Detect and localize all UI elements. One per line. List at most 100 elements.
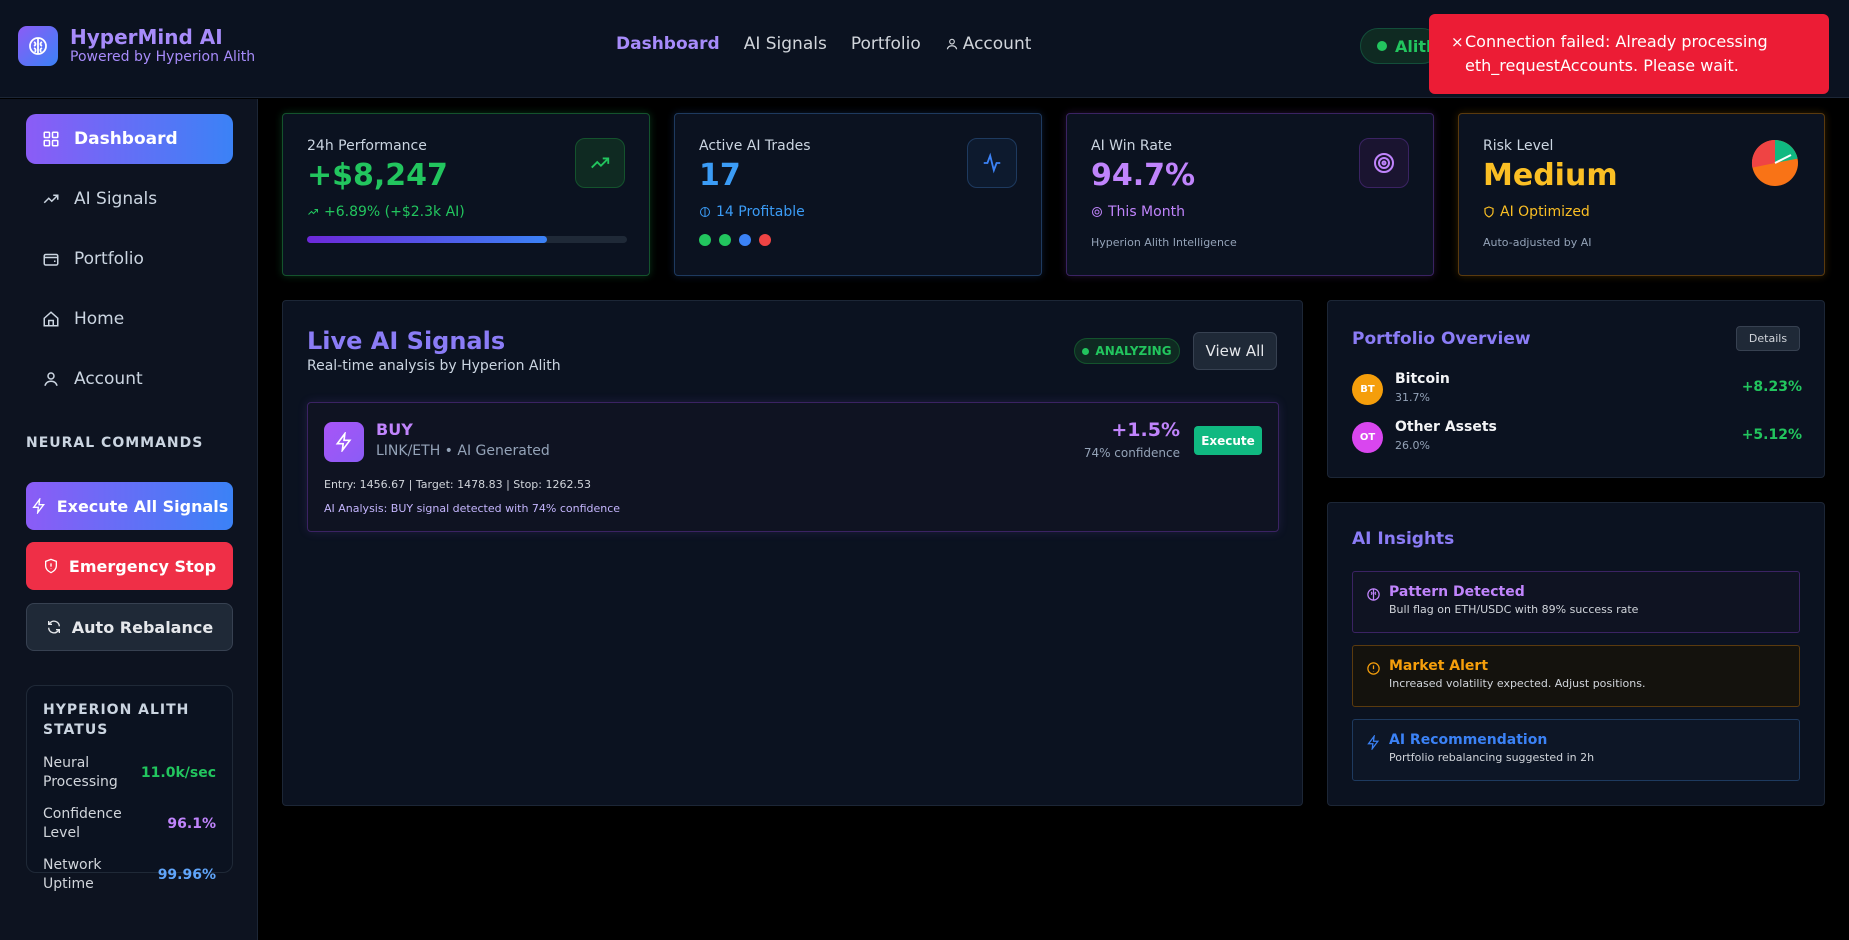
execute-button[interactable]: Execute: [1194, 426, 1262, 455]
asset-name: Bitcoin: [1395, 371, 1450, 387]
asset-row[interactable]: BT Bitcoin 31.7% +8.23%: [1352, 371, 1802, 407]
section-label: NEURAL COMMANDS: [26, 435, 204, 451]
insight-desc: Increased volatility expected. Adjust po…: [1389, 677, 1646, 690]
execute-all-label: Execute All Signals: [56, 496, 229, 516]
target-icon: [1359, 138, 1409, 188]
alert-circle-icon: [1365, 660, 1381, 676]
insight-item[interactable]: AI Recommendation Portfolio rebalancing …: [1352, 719, 1800, 781]
nav-account[interactable]: Account: [945, 34, 1032, 54]
asset-avatar: OT: [1352, 422, 1383, 453]
signal-change: +1.5%: [1111, 419, 1180, 441]
signal-pair: LINK/ETH • AI Generated: [376, 443, 550, 459]
status-label: Neural Processing: [43, 755, 118, 790]
status-dot: [759, 234, 771, 246]
view-all-button[interactable]: View All: [1193, 332, 1277, 370]
card-note: Auto-adjusted by AI: [1483, 236, 1592, 249]
lightning-icon: [1365, 734, 1381, 750]
asset-allocation: 26.0%: [1395, 439, 1430, 452]
status-dot: [699, 234, 711, 246]
status-label: Network Uptime: [43, 857, 102, 892]
sidebar-item-portfolio[interactable]: Portfolio: [26, 234, 233, 284]
grid-icon: [42, 130, 60, 148]
status-row: Neural Processing 11.0k/sec: [43, 754, 216, 792]
asset-change: +5.12%: [1741, 427, 1802, 443]
insight-title: Pattern Detected: [1389, 584, 1525, 600]
insight-item[interactable]: Pattern Detected Bull flag on ETH/USDC w…: [1352, 571, 1800, 633]
insight-desc: Portfolio rebalancing suggested in 2h: [1389, 751, 1595, 764]
status-row: Confidence Level 96.1%: [43, 805, 216, 843]
status-dot: [719, 234, 731, 246]
sidebar-item-account[interactable]: Account: [26, 354, 233, 404]
brand-subtitle: Powered by Hyperion Alith: [70, 49, 256, 65]
panel-subtitle: Real-time analysis by Hyperion Alith: [307, 358, 561, 374]
wallet-status[interactable]: Alith: [1360, 28, 1440, 64]
card-sub-text: This Month: [1108, 204, 1185, 220]
card-sub-text: +6.89% (+$2.3k AI): [324, 204, 465, 220]
panel-title: Live AI Signals: [307, 327, 506, 355]
sidebar-item-label: AI Signals: [74, 189, 158, 209]
target-icon: [1092, 207, 1102, 217]
risk-level-card: Risk Level Medium AI Optimized Auto-adju…: [1458, 113, 1825, 276]
user-icon: [42, 370, 60, 388]
brain-icon: [700, 207, 710, 217]
brain-logo-icon: [18, 26, 58, 66]
card-sub-text: 14 Profitable: [716, 204, 805, 220]
card-sub: 14 Profitable: [699, 204, 1017, 220]
top-nav: Dashboard AI Signals Portfolio Account: [616, 34, 1031, 54]
signal-confidence: 74% confidence: [1083, 446, 1180, 460]
sidebar-item-label: Portfolio: [74, 249, 144, 269]
insight-item[interactable]: Market Alert Increased volatility expect…: [1352, 645, 1800, 707]
asset-avatar: BT: [1352, 374, 1383, 405]
status-label: Confidence Level: [43, 806, 122, 841]
wallet-icon: [42, 250, 60, 268]
sidebar-item-ai-signals[interactable]: AI Signals: [26, 174, 233, 224]
nav-dashboard[interactable]: Dashboard: [616, 34, 720, 54]
nav-ai-signals[interactable]: AI Signals: [744, 34, 827, 54]
nav-portfolio[interactable]: Portfolio: [851, 34, 921, 54]
execute-all-signals-button[interactable]: Execute All Signals: [26, 482, 233, 530]
shield-icon: [44, 558, 57, 574]
trending-up-icon: [575, 138, 625, 188]
signal-card[interactable]: BUY LINK/ETH • AI Generated +1.5% 74% co…: [307, 402, 1279, 532]
sidebar-item-home[interactable]: Home: [26, 294, 233, 344]
emergency-stop-button[interactable]: Emergency Stop: [26, 542, 233, 590]
trending-up-icon: [308, 209, 318, 215]
asset-name: Other Assets: [1395, 419, 1497, 435]
signal-action: BUY: [376, 420, 413, 439]
ai-insights-panel: AI Insights Pattern Detected Bull flag o…: [1327, 502, 1825, 806]
asset-row[interactable]: OT Other Assets 26.0% +5.12%: [1352, 419, 1802, 455]
card-note: Hyperion Alith Intelligence: [1091, 236, 1237, 249]
insight-title: AI Recommendation: [1389, 732, 1548, 748]
details-button[interactable]: Details: [1736, 326, 1800, 351]
active-trades-card: Active AI Trades 17 14 Profitable: [674, 113, 1042, 276]
signal-analysis: AI Analysis: BUY signal detected with 74…: [324, 502, 621, 515]
sidebar: Dashboard AI Signals Portfolio Home Acco…: [0, 99, 258, 940]
portfolio-overview-panel: Portfolio Overview Details BT Bitcoin 31…: [1327, 300, 1825, 478]
auto-rebalance-label: Auto Rebalance: [71, 617, 214, 637]
top-header: HyperMind AI Powered by Hyperion Alith D…: [0, 0, 1849, 98]
lightning-icon: [32, 498, 45, 514]
auto-rebalance-button[interactable]: Auto Rebalance: [26, 603, 233, 651]
brand[interactable]: HyperMind AI Powered by Hyperion Alith: [18, 26, 255, 66]
progress-fill: [307, 236, 547, 243]
insight-desc: Bull flag on ETH/USDC with 89% success r…: [1389, 603, 1639, 616]
sidebar-item-label: Home: [74, 309, 125, 329]
panel-title: Portfolio Overview: [1352, 329, 1531, 349]
status-value: 99.96%: [157, 867, 216, 883]
alith-status-panel: HYPERION ALITH STATUS Neural Processing …: [26, 685, 233, 892]
analyzing-badge: ANALYZING: [1074, 338, 1180, 364]
status-dot: [739, 234, 751, 246]
nav-account-label: Account: [962, 34, 1032, 54]
performance-card: 24h Performance +$8,247 +6.89% (+$2.3k A…: [282, 113, 650, 276]
close-icon[interactable]: ×: [1451, 30, 1464, 54]
emergency-stop-label: Emergency Stop: [68, 556, 217, 576]
status-row: Network Uptime 99.96%: [43, 856, 216, 894]
refresh-icon: [47, 620, 60, 634]
brand-title: HyperMind AI: [70, 25, 223, 49]
status-value: 11.0k/sec: [140, 765, 216, 781]
panel-title: AI Insights: [1352, 529, 1455, 549]
badge-label: ANALYZING: [1095, 344, 1172, 358]
user-icon: [946, 38, 957, 50]
status-value: 96.1%: [167, 816, 216, 832]
sidebar-item-dashboard[interactable]: Dashboard: [26, 114, 233, 164]
